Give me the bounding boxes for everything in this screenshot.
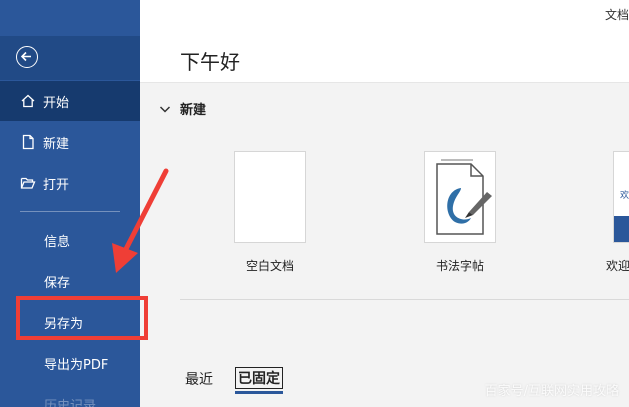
sidebar-item-label: 历史记录	[44, 398, 97, 407]
template-thumbnail	[234, 151, 306, 243]
tab-pinned[interactable]: 已固定	[235, 367, 283, 394]
home-icon	[20, 93, 36, 109]
sidebar-item-new[interactable]: 新建	[0, 122, 140, 162]
sidebar-item-home[interactable]: 开始	[0, 81, 140, 121]
template-blank-document[interactable]: 空白文档	[225, 151, 315, 274]
document-tabs: 最近 已固定	[185, 367, 305, 394]
template-label: 空白文档	[245, 259, 294, 273]
template-label: 欢迎	[606, 259, 629, 273]
sidebar-item-label: 开始	[43, 95, 70, 111]
sidebar-item-export-pdf[interactable]: 导出为PDF	[0, 343, 140, 383]
template-thumb-text: 欢	[620, 191, 629, 201]
template-label: 书法字帖	[435, 259, 484, 273]
sidebar-item-label: 新建	[43, 136, 70, 152]
watermark: 百家号/互联网实用攻略	[484, 384, 619, 399]
template-thumbnail: 欢	[613, 151, 629, 243]
back-button[interactable]	[0, 36, 140, 80]
annotation-arrow-icon	[112, 168, 169, 273]
template-welcome[interactable]: 欢 欢迎	[585, 151, 629, 274]
new-document-panel: 新建 空白文档 书法字帖 欢 欢迎 最近 已固定 百家号/互联网实用攻略	[140, 82, 629, 407]
chevron-down-icon	[159, 105, 171, 113]
sidebar-item-label: 导出为PDF	[44, 357, 109, 373]
backstage-main: 文档 下午好 新建 空白文档 书法字帖 欢 欢迎 最近 已固定 百家号/互联网实…	[140, 0, 629, 407]
section-divider	[180, 299, 629, 300]
tab-recent[interactable]: 最近	[185, 369, 213, 389]
back-arrow-icon	[16, 46, 38, 68]
sidebar-item-label: 打开	[43, 177, 70, 193]
new-doc-icon	[20, 134, 36, 150]
calligraphy-brush-icon	[436, 159, 492, 235]
window-title: 文档	[604, 8, 629, 22]
folder-open-icon	[20, 175, 36, 191]
sidebar-item-label: 保存	[44, 275, 71, 291]
template-thumbnail	[424, 151, 496, 243]
new-section-header[interactable]: 新建	[158, 99, 206, 118]
sidebar-item-label: 信息	[44, 234, 71, 250]
template-calligraphy[interactable]: 书法字帖	[415, 151, 505, 274]
new-section-title: 新建	[180, 103, 207, 118]
sidebar-item-history[interactable]: 历史记录	[0, 384, 140, 407]
greeting-title: 下午好	[180, 50, 240, 74]
highlight-box	[16, 296, 148, 340]
